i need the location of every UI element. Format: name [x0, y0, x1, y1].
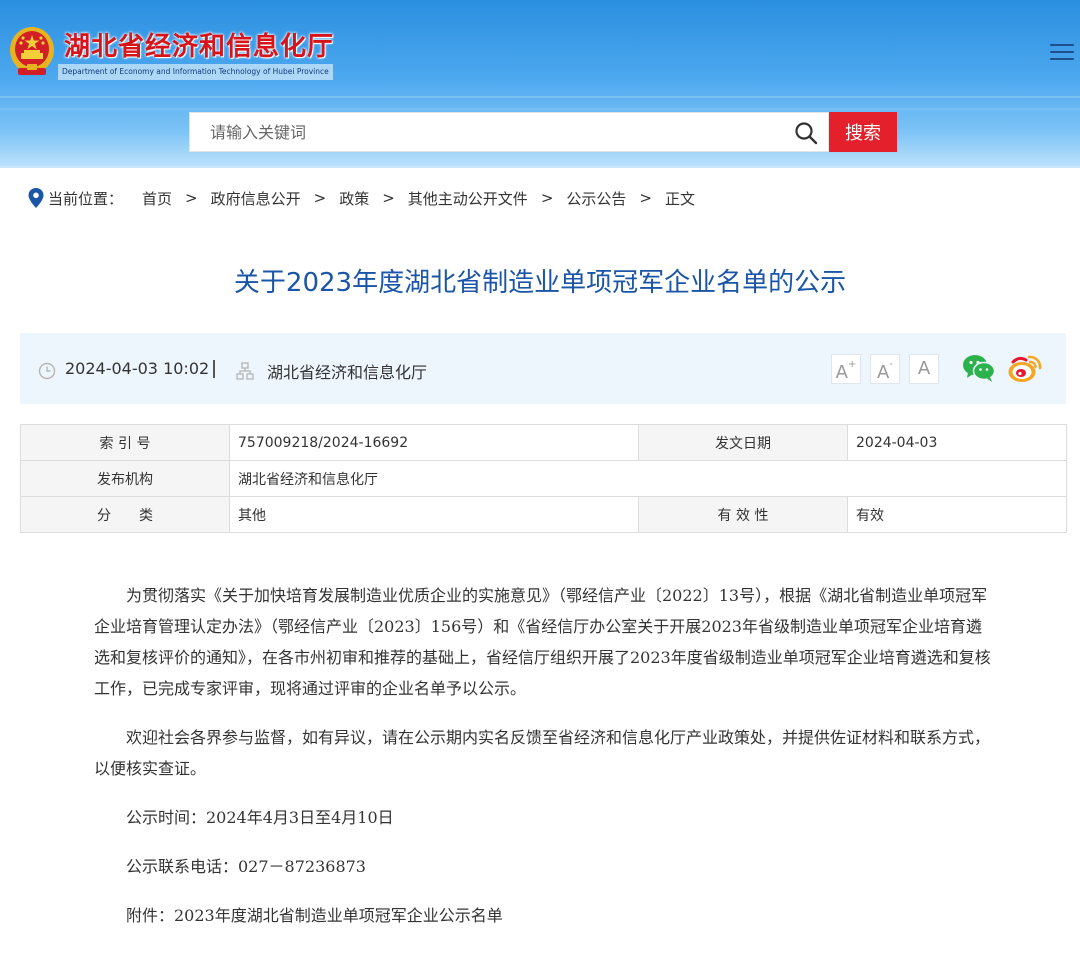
breadcrumb-separator: >: [639, 189, 652, 207]
breadcrumb-separator: >: [540, 189, 554, 207]
publisher-value: 湖北省经济和信息化厅: [229, 460, 1067, 497]
table-row: 分 类 其他 有 效 性 有效: [20, 496, 1067, 533]
validity-label: 有 效 性: [638, 496, 848, 533]
font-size-default-button[interactable]: A: [909, 354, 939, 384]
national-emblem-icon: [10, 27, 54, 75]
breadcrumb-home[interactable]: 首页: [142, 188, 172, 209]
header-decoration: [0, 96, 1080, 98]
search-input[interactable]: [190, 113, 780, 151]
contact-phone: 公示联系电话：027－87236873: [126, 857, 366, 876]
category-value: 其他: [229, 496, 639, 533]
publisher-label: 发布机构: [20, 460, 230, 497]
issue-date-label: 发文日期: [638, 424, 848, 461]
breadcrumb-separator: >: [313, 189, 327, 207]
breadcrumb-separator: >: [382, 189, 395, 207]
body-paragraph: 为贯彻落实《关于加快培育发展制造业优质企业的实施意见》（鄂经信产业〔2022〕1…: [94, 586, 991, 698]
organization-icon: [236, 362, 254, 380]
weibo-share-icon[interactable]: [1007, 352, 1043, 384]
clock-icon: [38, 362, 56, 380]
index-number-value: 757009218/2024-16692: [229, 424, 639, 461]
publish-source: 湖北省经济和信息化厅: [267, 363, 428, 382]
breadcrumb: 当前位置： 首页 > 政府信息公开 > 政策 > 其他主动公开文件 > 公示公告…: [28, 186, 695, 210]
font-size-large-button[interactable]: A+: [831, 354, 861, 384]
search-icon[interactable]: [794, 121, 818, 145]
font-size-large-label: A: [835, 362, 848, 383]
meta-divider: [213, 360, 215, 378]
search-box: [189, 112, 829, 152]
page-title: 关于2023年度湖北省制造业单项冠军企业名单的公示: [233, 268, 847, 298]
site-subtitle: Department of Economy and Information Te…: [58, 64, 333, 80]
publish-datetime: 2024-04-03 10:02: [65, 359, 210, 378]
attachment-link[interactable]: 附件：2023年度湖北省制造业单项冠军企业公示名单: [94, 900, 994, 931]
document-info-table: 索 引 号 757009218/2024-16692 发文日期 2024-04-…: [20, 424, 1067, 533]
font-size-medium-button[interactable]: A-: [870, 354, 900, 384]
breadcrumb-label: 当前位置：: [48, 189, 124, 208]
font-size-default-label: A: [917, 358, 931, 379]
announcement-period: 公示时间：2024年4月3日至4月10日: [126, 808, 394, 827]
article-body: 为贯彻落实《关于加快培育发展制造业优质企业的实施意见》（鄂经信产业〔2022〕1…: [94, 580, 994, 931]
body-paragraph: 欢迎社会各界参与监督，如有异议，请在公示期内实名反馈至省经济和信息化厅产业政策处…: [94, 728, 991, 778]
breadcrumb-current: 正文: [664, 189, 695, 208]
font-size-medium-label: A: [877, 362, 890, 383]
validity-value: 有效: [847, 496, 1067, 533]
breadcrumb-separator: >: [185, 189, 198, 207]
header-divider: [0, 166, 1080, 168]
table-row: 发布机构 湖北省经济和信息化厅: [20, 460, 1067, 497]
breadcrumb-policy[interactable]: 政策: [339, 188, 369, 209]
breadcrumb-announcements[interactable]: 公示公告: [566, 188, 626, 209]
search-button[interactable]: 搜索: [829, 112, 897, 152]
header-decoration: [0, 108, 1080, 110]
menu-icon[interactable]: [1050, 44, 1074, 62]
site-title[interactable]: 湖北省经济和信息化厅: [64, 26, 334, 63]
table-row: 索 引 号 757009218/2024-16692 发文日期 2024-04-…: [20, 424, 1067, 461]
breadcrumb-gov-info[interactable]: 政府信息公开: [211, 188, 301, 209]
location-pin-icon: [28, 188, 44, 208]
breadcrumb-other-files[interactable]: 其他主动公开文件: [408, 188, 528, 209]
category-label: 分 类: [20, 496, 230, 533]
issue-date-value: 2024-04-03: [847, 424, 1067, 461]
wechat-share-icon[interactable]: [962, 353, 996, 383]
index-number-label: 索 引 号: [20, 424, 230, 461]
